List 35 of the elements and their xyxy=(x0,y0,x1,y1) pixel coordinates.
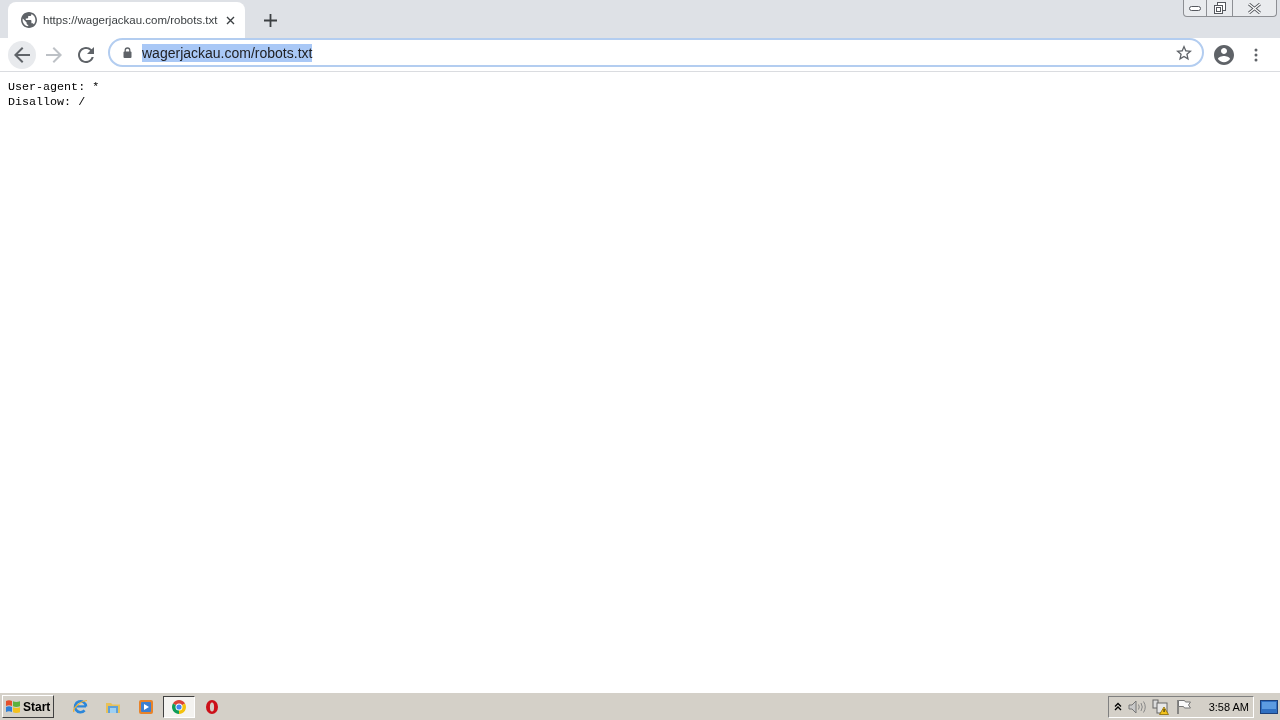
e-logo-icon xyxy=(71,698,89,715)
text-line: User-agent: * xyxy=(8,80,100,95)
start-button[interactable]: Start xyxy=(2,695,54,718)
plus-icon xyxy=(263,13,277,27)
start-logo-icon xyxy=(5,699,21,714)
chevron-up-icon[interactable] xyxy=(1114,702,1122,711)
restore-icon xyxy=(1213,2,1226,14)
address-bar[interactable]: wagerjackau.com/robots.txt xyxy=(108,38,1204,67)
minimize-button[interactable] xyxy=(1183,0,1207,17)
menu-icon xyxy=(1254,47,1258,62)
account-icon xyxy=(1214,44,1234,65)
close-window-button[interactable] xyxy=(1233,0,1277,17)
restore-button[interactable] xyxy=(1207,0,1233,17)
taskbar-app-button[interactable] xyxy=(163,695,195,718)
url-text: wagerjackau.com/robots.txt xyxy=(142,43,313,62)
lock-icon xyxy=(123,47,132,58)
speaker-icon[interactable] xyxy=(1128,699,1146,714)
network-warning-icon[interactable] xyxy=(1152,698,1170,715)
star-icon[interactable] xyxy=(1176,44,1192,61)
text-line: Disallow: / xyxy=(8,95,86,110)
circle-logo-icon xyxy=(171,698,187,715)
show-desktop-icon[interactable] xyxy=(1260,699,1278,714)
minimize-icon xyxy=(1189,5,1201,11)
browser-tab[interactable]: https://wagerjackau.com/robots.txt xyxy=(8,2,245,38)
close-icon xyxy=(1248,2,1261,14)
clock-text[interactable]: 3:58 AM xyxy=(1208,700,1249,713)
back-arrow-icon xyxy=(14,46,30,63)
forward-arrow-icon xyxy=(46,46,62,63)
play-icon xyxy=(138,698,154,715)
ring-logo-icon xyxy=(205,698,219,715)
close-icon xyxy=(225,15,235,25)
globe-icon xyxy=(21,12,37,28)
flag-icon[interactable] xyxy=(1176,699,1192,714)
back-button[interactable] xyxy=(8,40,36,69)
reload-icon xyxy=(78,46,94,63)
